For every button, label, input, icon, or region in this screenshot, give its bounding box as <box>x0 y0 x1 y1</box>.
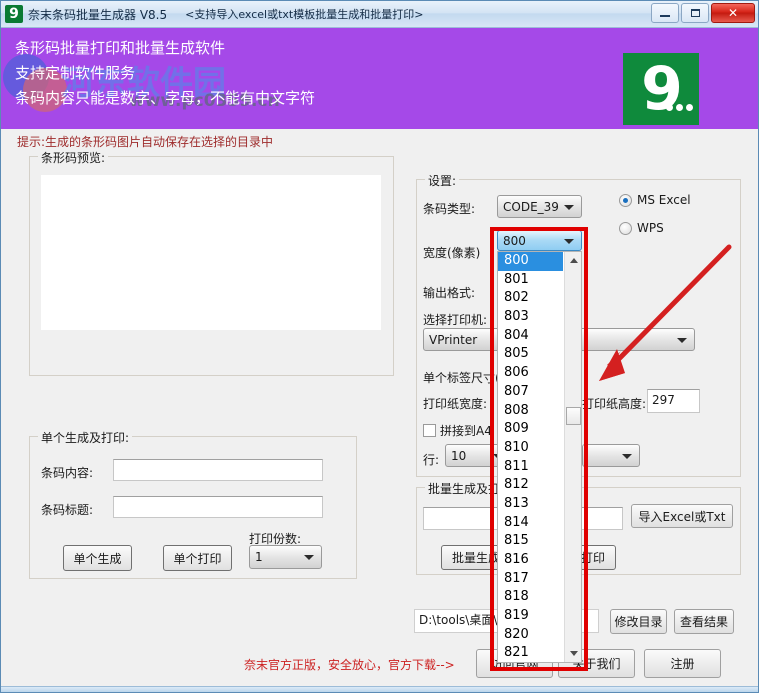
radio-dot-icon <box>619 221 632 235</box>
dropdown-scrollbar[interactable] <box>564 252 581 662</box>
output-format-label: 输出格式: <box>423 286 476 300</box>
dropdown-item[interactable]: 815 <box>498 532 563 551</box>
close-button[interactable]: ✕ <box>711 3 755 23</box>
checkbox-box-icon <box>423 424 436 437</box>
title-bar: 9 奈末条码批量生成器 V8.5 <支持导入excel或txt模板批量生成和批量… <box>1 1 758 28</box>
hint-text: 提示:生成的条形码图片自动保存在选择的目录中 <box>17 135 274 149</box>
dropdown-item[interactable]: 802 <box>498 289 563 308</box>
window-controls: ✕ <box>651 3 755 23</box>
width-pixels-label: 宽度(像素) <box>423 246 481 260</box>
radio-ms-excel-label: MS Excel <box>637 193 691 207</box>
dropdown-item[interactable]: 813 <box>498 495 563 514</box>
dropdown-item[interactable]: 814 <box>498 514 563 533</box>
dropdown-item[interactable]: 804 <box>498 327 563 346</box>
select-printer-label: 选择打印机: <box>423 313 488 327</box>
dropdown-item[interactable]: 817 <box>498 570 563 589</box>
dropdown-item[interactable]: 803 <box>498 308 563 327</box>
columns-combo[interactable] <box>582 444 640 467</box>
maximize-button[interactable] <box>681 3 709 23</box>
barcode-content-label: 条码内容: <box>41 466 94 480</box>
minimize-button[interactable] <box>651 3 679 23</box>
tile-a4-checkbox[interactable]: 拼接到A4 <box>423 422 492 439</box>
radio-dot-icon <box>619 193 632 207</box>
promo-text: 奈末官方正版，安全放心，官方下载--> <box>244 658 455 672</box>
banner-line-3: 条码内容只能是数字、字母，不能有中文字符 <box>15 89 316 107</box>
promo-banner: 河东软件园 www.pc0359.cn 条形码批量打印和批量生成软件 支持定制软… <box>1 28 758 129</box>
logo-dots-icon <box>666 104 693 111</box>
banner-text-block: 条形码批量打印和批量生成软件 支持定制软件服务 条码内容只能是数字、字母，不能有… <box>15 36 315 111</box>
dropdown-item[interactable]: 811 <box>498 458 563 477</box>
triangle-down-icon <box>569 651 578 656</box>
barcode-preview-area <box>41 175 381 330</box>
scrollbar-thumb[interactable] <box>566 407 581 425</box>
dropdown-item[interactable]: 805 <box>498 345 563 364</box>
banner-line-1: 条形码批量打印和批量生成软件 <box>15 39 226 57</box>
banner-line-2: 支持定制软件服务 <box>15 64 136 82</box>
dropdown-item[interactable]: 816 <box>498 551 563 570</box>
printer-value: VPrinter <box>429 332 478 347</box>
company-logo: 9 <box>623 53 699 125</box>
scroll-down-button[interactable] <box>565 645 581 662</box>
change-directory-button[interactable]: 修改目录 <box>610 609 667 634</box>
single-generate-button[interactable]: 单个生成 <box>63 545 132 571</box>
radio-wps-label: WPS <box>637 221 664 235</box>
chevron-down-icon <box>622 453 632 459</box>
dropdown-item[interactable]: 809 <box>498 420 563 439</box>
preview-group-legend: 条形码预览: <box>38 149 109 166</box>
dropdown-item[interactable]: 800 <box>498 252 563 271</box>
barcode-type-value: CODE_39 <box>503 199 559 214</box>
rows-label: 行: <box>423 453 440 467</box>
paper-height-input[interactable]: 297 <box>647 389 700 413</box>
triangle-up-icon <box>569 258 578 263</box>
status-bar <box>1 686 758 692</box>
app-icon: 9 <box>5 5 23 23</box>
width-pixels-value: 800 <box>503 233 526 248</box>
barcode-title-input[interactable] <box>113 496 323 518</box>
chevron-down-icon <box>564 238 574 244</box>
chevron-down-icon <box>304 555 314 560</box>
scroll-up-button[interactable] <box>565 252 581 269</box>
dropdown-item[interactable]: 818 <box>498 588 563 607</box>
view-result-button[interactable]: 查看结果 <box>674 609 734 634</box>
rows-value: 10 <box>451 448 467 463</box>
window-subtitle: <支持导入excel或txt模板批量生成和批量打印> <box>185 8 424 21</box>
dropdown-item[interactable]: 812 <box>498 476 563 495</box>
dropdown-item[interactable]: 808 <box>498 402 563 421</box>
window-title: 奈末条码批量生成器 V8.5 <box>28 7 168 22</box>
chevron-down-icon <box>564 204 574 210</box>
import-excel-txt-button[interactable]: 导入Excel或Txt <box>631 504 733 528</box>
radio-ms-excel[interactable]: MS Excel <box>619 193 691 207</box>
single-print-button[interactable]: 单个打印 <box>163 545 232 571</box>
dropdown-items[interactable]: 800 801 802 803 804 805 806 807 808 809 810 811 812 8… <box>498 252 563 662</box>
application-window: 9 奈末条码批量生成器 V8.5 <支持导入excel或txt模板批量生成和批量… <box>0 0 759 693</box>
print-copies-value: 1 <box>255 550 263 564</box>
paper-height-label: 打印纸高度: <box>582 397 647 411</box>
width-pixels-dropdown-list[interactable]: 800 801 802 803 804 805 806 807 808 809 810 811 812 8… <box>497 251 582 663</box>
dropdown-item[interactable]: 810 <box>498 439 563 458</box>
minimize-icon <box>660 15 670 17</box>
dropdown-item[interactable]: 807 <box>498 383 563 402</box>
dropdown-item[interactable]: 806 <box>498 364 563 383</box>
maximize-icon <box>690 9 700 17</box>
single-generate-legend: 单个生成及打印: <box>38 429 133 446</box>
barcode-type-label: 条码类型: <box>423 202 476 216</box>
paper-width-label: 打印纸宽度: <box>423 397 488 411</box>
chevron-down-icon <box>677 337 687 343</box>
barcode-content-input[interactable] <box>113 459 323 481</box>
register-button[interactable]: 注册 <box>644 649 721 678</box>
dropdown-item[interactable]: 801 <box>498 271 563 290</box>
settings-legend: 设置: <box>425 172 460 189</box>
label-size-label: 单个标签尺寸( <box>423 371 500 385</box>
dropdown-item[interactable]: 819 <box>498 607 563 626</box>
width-pixels-combo[interactable]: 800 <box>497 230 582 251</box>
barcode-type-combo[interactable]: CODE_39 <box>497 195 582 218</box>
print-copies-combo[interactable]: 1 <box>249 545 322 569</box>
dropdown-item[interactable]: 820 <box>498 626 563 645</box>
tile-a4-label: 拼接到A4 <box>440 424 492 438</box>
barcode-title-label: 条码标题: <box>41 503 94 517</box>
dropdown-item[interactable]: 821 <box>498 644 563 662</box>
radio-wps[interactable]: WPS <box>619 221 664 235</box>
